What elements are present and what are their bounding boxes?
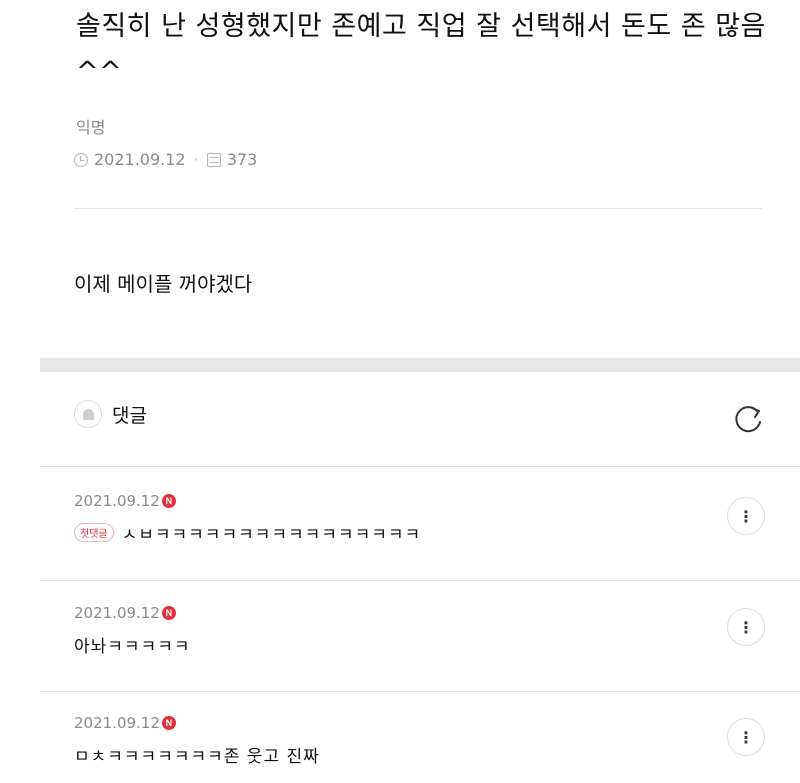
comment-date-row: 2021.09.12 N [74, 714, 774, 732]
comment-date: 2021.09.12 [74, 714, 160, 732]
post-title: 솔직히 난 성형했지만 존예고 직업 잘 선택해서 돈도 존 많음 ^^ [76, 11, 766, 87]
row-divider [40, 580, 800, 581]
post-meta: 2021.09.12 · 373 [74, 150, 257, 169]
comment-date-row: 2021.09.12 N [74, 492, 774, 510]
comment-date: 2021.09.12 [74, 492, 160, 510]
comment-more-button[interactable]: ⋮ [727, 608, 765, 646]
view-count: 373 [226, 150, 258, 169]
comment-text-row: 첫댓글 ㅅㅂㅋㅋㅋㅋㅋㅋㅋㅋㅋㅋㅋㅋㅋㅋㅋㅋ [74, 520, 774, 545]
comment-text: ㅅㅂㅋㅋㅋㅋㅋㅋㅋㅋㅋㅋㅋㅋㅋㅋㅋㅋ [121, 525, 422, 545]
post-body: 이제 메이플 꺼야겠다 [74, 272, 253, 296]
comment-text: ㅁㅊㅋㅋㅋㅋㅋㅋㅋ존 웃고 진짜 [74, 747, 320, 767]
section-separator [40, 358, 800, 372]
comment-date-row: 2021.09.12 N [74, 604, 774, 622]
row-divider [40, 691, 800, 692]
post-header: 솔직히 난 성형했지만 존예고 직업 잘 선택해서 돈도 존 많음 ^^ [76, 4, 766, 94]
first-comment-badge: 첫댓글 [74, 523, 114, 542]
comment-text-row: ㅁㅊㅋㅋㅋㅋㅋㅋㅋ존 웃고 진짜 [74, 742, 774, 767]
comment-item: 2021.09.12 N 첫댓글 ㅅㅂㅋㅋㅋㅋㅋㅋㅋㅋㅋㅋㅋㅋㅋㅋㅋㅋ [74, 492, 774, 545]
row-divider [40, 466, 800, 467]
meta-separator: · [193, 150, 199, 169]
views-icon [206, 152, 221, 167]
refresh-icon[interactable] [730, 402, 766, 438]
comments-title: 댓글 [112, 404, 147, 427]
comment-more-button[interactable]: ⋮ [727, 497, 765, 535]
comment-date: 2021.09.12 [74, 604, 160, 622]
new-badge: N [161, 716, 176, 730]
comment-item: 2021.09.12 N ㅁㅊㅋㅋㅋㅋㅋㅋㅋ존 웃고 진짜 [74, 714, 774, 767]
clock-icon [74, 152, 88, 167]
comment-item: 2021.09.12 N 아놔ㅋㅋㅋㅋㅋ [74, 604, 774, 657]
post-date: 2021.09.12 [94, 150, 186, 169]
comment-text: 아놔ㅋㅋㅋㅋㅋ [74, 637, 191, 657]
new-badge: N [161, 606, 176, 620]
comments-header: 댓글 [74, 400, 147, 428]
bell-icon[interactable] [74, 400, 102, 428]
comment-more-button[interactable]: ⋮ [727, 718, 765, 756]
header-divider [74, 208, 762, 209]
comment-text-row: 아놔ㅋㅋㅋㅋㅋ [74, 632, 774, 657]
new-badge: N [161, 494, 176, 508]
author-name[interactable]: 익명 [76, 114, 105, 138]
